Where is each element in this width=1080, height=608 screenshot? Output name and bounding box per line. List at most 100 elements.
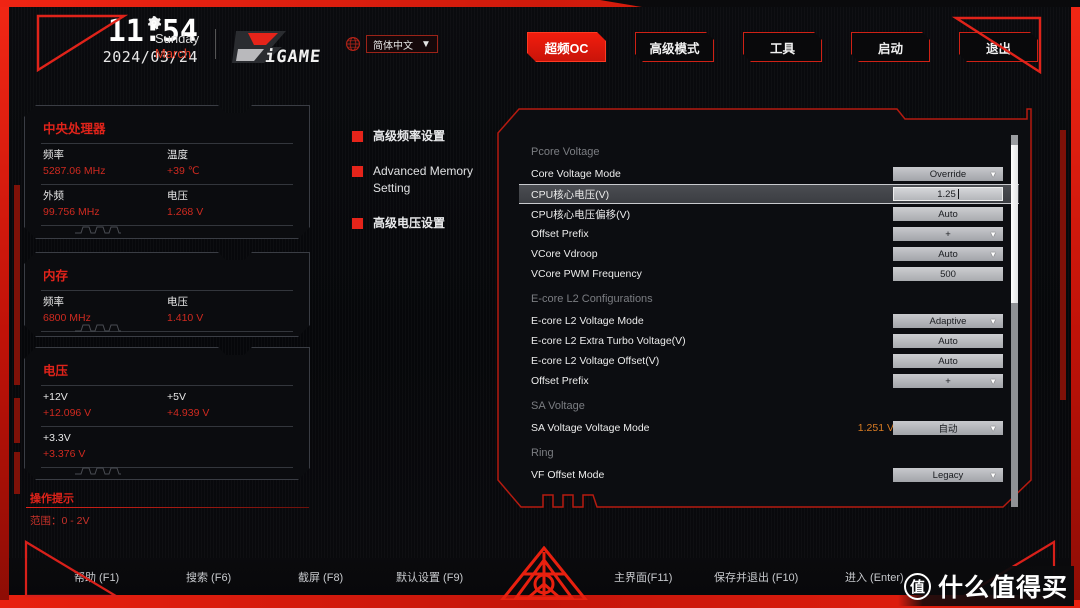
setting-row-core-voltage-mode[interactable]: Core Voltage Mode Override ▼ [519, 164, 1019, 184]
control-value: Auto [938, 248, 958, 260]
control-value: 500 [940, 268, 956, 280]
month-name: March [155, 46, 192, 61]
vcore-pwm-frequency-field[interactable]: 500 [893, 267, 1003, 281]
setting-label: VF Offset Mode [531, 469, 605, 481]
setting-label: Offset Prefix [531, 375, 589, 387]
memory-panel-title: 内存 [43, 269, 69, 283]
settings-list: Pcore Voltage Core Voltage Mode Override… [519, 137, 1019, 507]
corner-triangle-bottom-left [24, 540, 120, 598]
setting-row-vcore-vdroop[interactable]: VCore Vdroop Auto ▼ [519, 244, 1019, 264]
zigzag-decoration-icon [75, 225, 121, 234]
menu-item-advanced-memory[interactable]: Advanced Memory Setting [352, 163, 502, 197]
setting-row-vcore-pwm-frequency[interactable]: VCore PWM Frequency 500 [519, 264, 1019, 284]
settings-scrollbar-thumb[interactable] [1011, 135, 1018, 303]
bullet-icon [352, 218, 363, 229]
voltage-row-2: +3.3V +3.376 V [25, 430, 309, 463]
core-voltage-mode-dropdown[interactable]: Override ▼ [893, 167, 1003, 181]
shortcut-search[interactable]: 搜索 (F6) [186, 569, 231, 585]
control-value: Auto [938, 335, 958, 347]
setting-row-cpu-core-voltage[interactable]: CPU核心电压(V) 1.25 [519, 184, 1019, 204]
accent-bar-left-3 [14, 452, 20, 494]
language-selector[interactable]: 简体中文 ▼ [345, 34, 438, 54]
accent-bar-right [1060, 130, 1066, 400]
offset-prefix-ecore-dropdown[interactable]: + ▼ [893, 374, 1003, 388]
chevron-down-icon: ▼ [989, 316, 997, 326]
igame-emblem-icon [498, 546, 590, 602]
setting-row-cpu-core-voltage-offset[interactable]: CPU核心电压偏移(V) Auto [519, 204, 1019, 224]
cpu-row-2: 外频 99.756 MHz 电压 1.268 V [25, 188, 309, 221]
control-value: + [945, 228, 951, 240]
sa-voltage-mode-dropdown[interactable]: 自动 ▼ [893, 421, 1003, 435]
memory-volt-label: 电压 [167, 296, 188, 308]
control-value: 1.25 [937, 188, 956, 200]
setting-row-offset-prefix-pcore[interactable]: Offset Prefix + ▼ [519, 224, 1019, 244]
header-divider [215, 29, 216, 59]
settings-scrollbar-cap [1011, 135, 1018, 145]
menu-item-advanced-frequency[interactable]: 高级频率设置 [352, 128, 502, 145]
tab-boot[interactable]: 启动 [851, 32, 930, 62]
setting-row-ecore-l2-voltage-mode[interactable]: E-core L2 Voltage Mode Adaptive ▼ [519, 311, 1019, 331]
brand-name: iGAME [263, 47, 323, 67]
vf-offset-mode-dropdown[interactable]: Legacy ▼ [893, 468, 1003, 482]
setting-row-offset-prefix-ecore[interactable]: Offset Prefix + ▼ [519, 371, 1019, 391]
memory-info-panel: 内存 频率 6800 MHz 电压 1.410 V [24, 252, 310, 337]
menu-item-advanced-voltage[interactable]: 高级电压设置 [352, 215, 502, 232]
divider [41, 143, 293, 144]
shortcut-save-exit[interactable]: 保存并退出 (F10) [714, 569, 798, 585]
section-heading-ring: Ring [531, 447, 554, 459]
shortcut-defaults[interactable]: 默认设置 (F9) [396, 569, 463, 585]
ecore-l2-voltage-mode-dropdown[interactable]: Adaptive ▼ [893, 314, 1003, 328]
shortcut-main-screen[interactable]: 主界面(F11) [614, 569, 672, 585]
memory-volt-value: 1.410 V [167, 312, 204, 324]
hint-divider [26, 507, 309, 509]
setting-row-ecore-l2-voltage-offset[interactable]: E-core L2 Voltage Offset(V) Auto [519, 351, 1019, 371]
frame-top-edge [0, 0, 1080, 7]
setting-label: E-core L2 Voltage Mode [531, 315, 644, 327]
tab-oc[interactable]: 超频OC [527, 32, 606, 62]
memory-row-1: 频率 6800 MHz 电压 1.410 V [25, 294, 309, 327]
rail-5v-value: +4.939 V [167, 407, 210, 419]
tab-tools[interactable]: 工具 [743, 32, 822, 62]
ecore-l2-extra-turbo-voltage-field[interactable]: Auto [893, 334, 1003, 348]
setting-label: E-core L2 Voltage Offset(V) [531, 355, 660, 367]
voltage-info-panel: 电压 +12V +12.096 V +5V +4.939 V +3.3V +3.… [24, 347, 310, 480]
header-bar: 11:54 2024/03/24 Sunday March iGAME 简体中文… [0, 7, 1080, 79]
watermark: 值 什么值得买 [897, 566, 1074, 606]
hint-title: 操作提示 [30, 493, 74, 505]
language-dropdown[interactable]: 简体中文 ▼ [366, 35, 438, 53]
rail-12v-value: +12.096 V [43, 407, 92, 419]
day-name: Sunday [155, 31, 200, 46]
day-block: Sunday March [155, 31, 215, 61]
cpu-volt-label: 电压 [167, 190, 188, 202]
offset-prefix-dropdown[interactable]: + ▼ [893, 227, 1003, 241]
shortcut-screenshot[interactable]: 截屏 (F8) [298, 569, 343, 585]
setting-row-sa-voltage-mode[interactable]: SA Voltage Voltage Mode 1.251 V 自动 ▼ [519, 418, 1019, 438]
shortcut-enter[interactable]: 进入 (Enter) [845, 569, 904, 585]
control-value: Auto [938, 355, 958, 367]
menu-label: 高级电压设置 [373, 216, 446, 230]
ecore-l2-voltage-offset-field[interactable]: Auto [893, 354, 1003, 368]
chevron-down-icon: ▼ [421, 38, 431, 50]
vcore-vdroop-dropdown[interactable]: Auto ▼ [893, 247, 1003, 261]
setting-row-ecore-l2-extra-turbo-voltage[interactable]: E-core L2 Extra Turbo Voltage(V) Auto [519, 331, 1019, 351]
control-value: + [945, 375, 951, 387]
hint-text: 范围：0 - 2V [30, 515, 90, 527]
chevron-down-icon: ▼ [989, 423, 997, 433]
setting-row-vf-offset-mode[interactable]: VF Offset Mode Legacy ▼ [519, 465, 1019, 485]
cpu-core-voltage-input[interactable]: 1.25 [893, 187, 1003, 201]
setting-label: VCore Vdroop [531, 248, 598, 260]
setting-label: VCore PWM Frequency [531, 268, 642, 280]
cpu-volt-value: 1.268 V [167, 206, 204, 218]
cpu-row-1: 频率 5287.06 MHz 温度 +39 ℃ [25, 147, 309, 180]
corner-triangle-top-left [36, 14, 128, 72]
zigzag-decoration-icon [75, 323, 121, 332]
control-value: Legacy [932, 469, 964, 481]
control-value: Adaptive [929, 315, 967, 327]
watermark-badge: 值 [903, 572, 931, 600]
control-value: Override [929, 168, 967, 180]
tab-advanced[interactable]: 高级模式 [635, 32, 714, 62]
sub-menu: 高级频率设置 Advanced Memory Setting 高级电压设置 [352, 128, 502, 250]
chevron-down-icon: ▼ [989, 169, 997, 179]
cpu-core-voltage-offset-field[interactable]: Auto [893, 207, 1003, 221]
section-heading-pcore: Pcore Voltage [531, 146, 600, 158]
